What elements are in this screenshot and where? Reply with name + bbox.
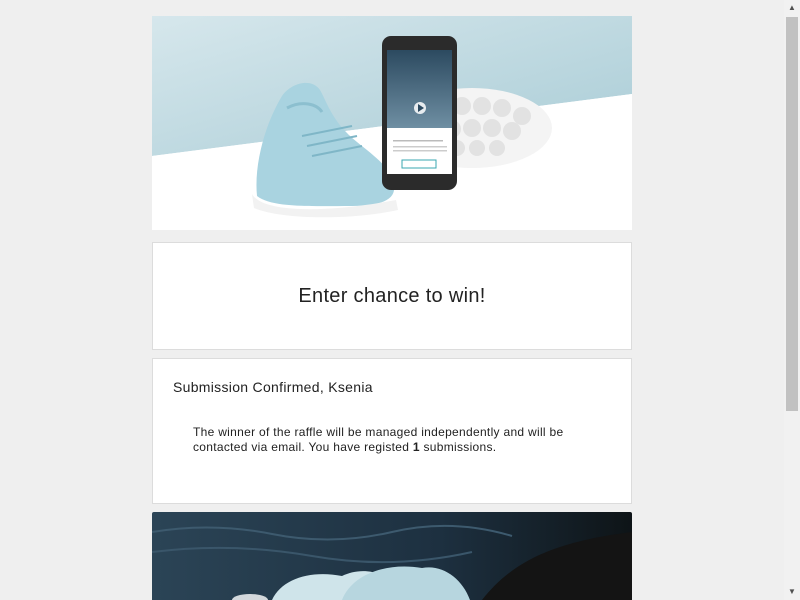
page: Enter chance to win! Submission Confirme…: [0, 0, 784, 600]
scrollbar-thumb[interactable]: [786, 17, 798, 411]
vertical-scrollbar[interactable]: ▲ ▼: [784, 0, 800, 600]
confirmation-heading: Submission Confirmed, Ksenia: [173, 379, 373, 395]
ocean-shoes-illustration: [152, 512, 632, 600]
scroll-up-arrow-icon[interactable]: ▲: [784, 0, 800, 16]
confirmation-text-start: The winner of the raffle will be managed…: [193, 425, 564, 454]
confirmation-text-end: submissions.: [419, 440, 497, 454]
bottom-image: [152, 512, 632, 600]
hero-image: [152, 16, 632, 230]
phone-mockup: [382, 36, 457, 190]
submission-count: 1: [412, 440, 420, 454]
confirmation-card: Submission Confirmed, Ksenia The winner …: [152, 358, 632, 504]
page-title: Enter chance to win!: [298, 285, 486, 307]
hero-illustration: [152, 16, 632, 230]
title-card: Enter chance to win!: [152, 242, 632, 350]
scroll-down-arrow-icon[interactable]: ▼: [784, 584, 800, 600]
confirmation-message: The winner of the raffle will be managed…: [193, 425, 593, 455]
